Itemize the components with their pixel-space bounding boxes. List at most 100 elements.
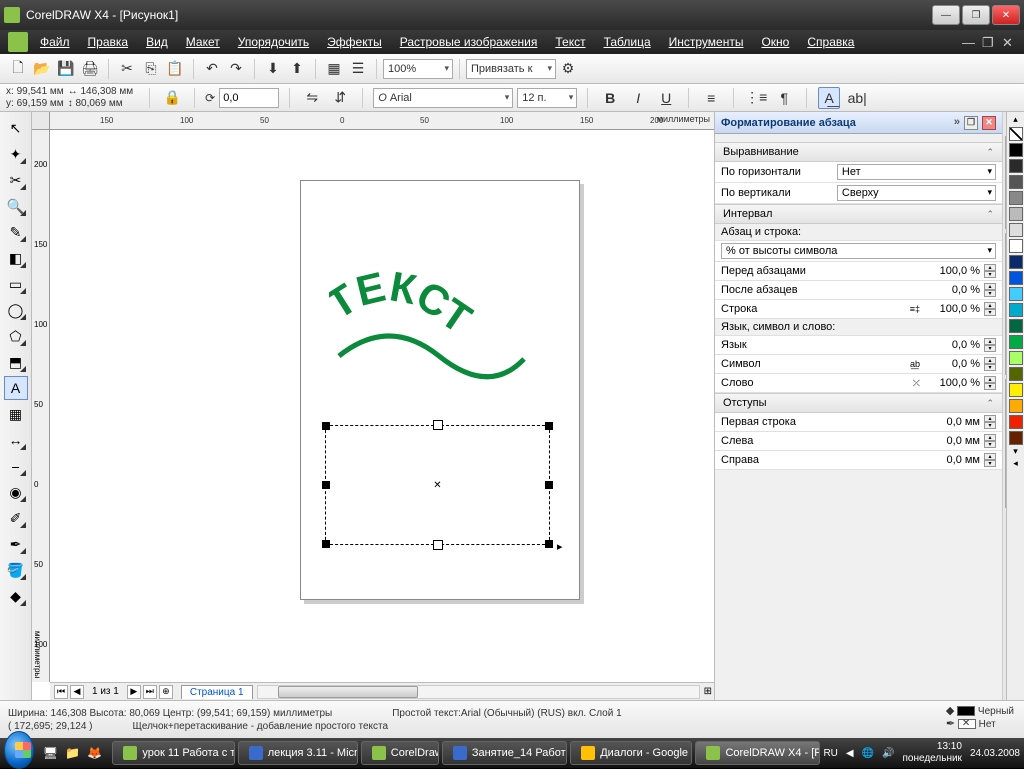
ellipse-tool[interactable]: ◯ xyxy=(4,298,28,322)
fill-swatch[interactable] xyxy=(957,706,975,716)
prev-page-button[interactable]: ◀ xyxy=(70,685,84,699)
swatch-brown[interactable] xyxy=(1009,431,1023,445)
redo-button[interactable]: ↷ xyxy=(225,58,247,80)
navigator-button[interactable]: ⊞ xyxy=(704,686,712,697)
ruler-origin[interactable] xyxy=(32,112,50,130)
dimension-tool[interactable]: ↔ xyxy=(4,428,28,452)
docker-close-button[interactable]: ✕ xyxy=(982,116,996,130)
task-item[interactable]: Занятие_14 Работа ... xyxy=(442,741,567,765)
task-item[interactable]: лекция 3.11 - Micro... xyxy=(238,741,358,765)
ql-browser[interactable]: 🦊 xyxy=(84,743,104,763)
swatch-white[interactable] xyxy=(1009,239,1023,253)
menu-window[interactable]: Окно xyxy=(761,35,789,49)
dropcap-button[interactable]: ¶ xyxy=(773,87,795,109)
rectangle-tool[interactable]: ▭ xyxy=(4,272,28,296)
zoom-combo[interactable]: 100% xyxy=(383,59,453,79)
section-alignment[interactable]: Выравнивание⌃ xyxy=(715,142,1002,162)
paste-button[interactable]: 📋 xyxy=(164,58,186,80)
menu-table[interactable]: Таблица xyxy=(604,35,651,49)
menu-arrange[interactable]: Упорядочить xyxy=(238,35,309,49)
menu-bitmaps[interactable]: Растровые изображения xyxy=(400,35,538,49)
char-spinner[interactable]: ▴▾ xyxy=(984,357,996,371)
word-value[interactable]: 100,0 % xyxy=(924,377,984,389)
language-indicator[interactable]: RU xyxy=(823,748,837,759)
drawing-canvas[interactable]: ТЕКСТ ✕ ▸ xyxy=(50,130,714,682)
swatch-red[interactable] xyxy=(1009,415,1023,429)
swatch-cyan[interactable] xyxy=(1009,303,1023,317)
menu-tools[interactable]: Инструменты xyxy=(669,35,744,49)
close-button[interactable]: ✕ xyxy=(992,5,1020,25)
copy-button[interactable]: ⎘ xyxy=(140,58,162,80)
palette-flyout-button[interactable]: ◂ xyxy=(1013,458,1018,470)
swatch-navy[interactable] xyxy=(1009,255,1023,269)
handle-tr[interactable] xyxy=(545,422,553,430)
before-spinner[interactable]: ▴▾ xyxy=(984,264,996,278)
mdi-close-button[interactable]: ✕ xyxy=(1002,35,1016,49)
open-button[interactable]: 📂 xyxy=(31,58,53,80)
tray-volume-icon[interactable]: 🔊 xyxy=(882,748,894,759)
swatch-green[interactable] xyxy=(1009,335,1023,349)
shape-tool[interactable]: ✦ xyxy=(4,142,28,166)
swatch-gray30[interactable] xyxy=(1009,207,1023,221)
next-page-button[interactable]: ▶ xyxy=(127,685,141,699)
last-page-button[interactable]: ⏭ xyxy=(143,685,157,699)
docker-titlebar[interactable]: Форматирование абзаца » ❐ ✕ xyxy=(715,112,1002,134)
italic-button[interactable]: I xyxy=(627,87,649,109)
mdi-restore-button[interactable]: ❐ xyxy=(982,35,996,49)
swatch-gray50[interactable] xyxy=(1009,191,1023,205)
hor-align-combo[interactable]: Нет xyxy=(837,164,996,180)
ql-show-desktop[interactable]: 🖥 xyxy=(40,743,60,763)
char-value[interactable]: 0,0 % xyxy=(924,358,984,370)
page-tab-1[interactable]: Страница 1 xyxy=(181,685,253,699)
underline-button[interactable]: U xyxy=(655,87,677,109)
task-item-active[interactable]: CorelDRAW X4 - [Ри... xyxy=(695,741,820,765)
swatch-orange[interactable] xyxy=(1009,399,1023,413)
new-button[interactable]: 🗋 xyxy=(7,58,29,80)
vertical-ruler[interactable]: 200 150 100 50 0 50 100 миллиметры xyxy=(32,130,50,682)
handle-mr[interactable] xyxy=(545,481,553,489)
text-frame-selection[interactable]: ✕ ▸ xyxy=(325,425,550,545)
tray-icon[interactable]: ◀ xyxy=(846,748,854,759)
app-launcher-button[interactable]: ▦ xyxy=(323,58,345,80)
smart-fill-tool[interactable]: ◧ xyxy=(4,246,28,270)
menu-file[interactable]: Файл xyxy=(40,35,70,49)
freehand-tool[interactable]: ✎ xyxy=(4,220,28,244)
zoom-tool[interactable]: 🔍 xyxy=(4,194,28,218)
ql-explorer[interactable]: 📁 xyxy=(62,743,82,763)
task-item[interactable]: CorelDraw xyxy=(361,741,439,765)
export-button[interactable]: ⬆ xyxy=(286,58,308,80)
left-indent-value[interactable]: 0,0 мм xyxy=(924,435,984,447)
basic-shapes-tool[interactable]: ⬒ xyxy=(4,350,28,374)
right-indent-value[interactable]: 0,0 мм xyxy=(924,454,984,466)
clock[interactable]: 13:10 понедельник xyxy=(903,741,962,765)
line-value[interactable]: 100,0 % xyxy=(924,303,984,315)
print-button[interactable]: 🖨 xyxy=(79,58,101,80)
tray-network-icon[interactable]: 🌐 xyxy=(862,748,874,759)
after-value[interactable]: 0,0 % xyxy=(924,284,984,296)
menu-layout[interactable]: Макет xyxy=(186,35,220,49)
rotation-input[interactable] xyxy=(219,88,279,108)
task-item[interactable]: Диалоги - Google C... xyxy=(570,741,692,765)
ver-align-combo[interactable]: Сверху xyxy=(837,185,996,201)
line-spinner[interactable]: ▴▾ xyxy=(984,302,996,316)
lang-spinner[interactable]: ▴▾ xyxy=(984,338,996,352)
first-indent-value[interactable]: 0,0 мм xyxy=(924,416,984,428)
maximize-button[interactable]: ❐ xyxy=(962,5,990,25)
save-button[interactable]: 💾 xyxy=(55,58,77,80)
eyedropper-tool[interactable]: ✐ xyxy=(4,506,28,530)
menu-text[interactable]: Текст xyxy=(555,35,585,49)
connector-tool[interactable]: ⎯ xyxy=(4,454,28,478)
add-page-button[interactable]: ⊕ xyxy=(159,685,173,699)
outline-tool[interactable]: ✒ xyxy=(4,532,28,556)
docker-maximize-button[interactable]: ❐ xyxy=(964,116,978,130)
handle-bl[interactable] xyxy=(322,540,330,548)
handle-tl[interactable] xyxy=(322,422,330,430)
first-page-button[interactable]: ⏮ xyxy=(54,685,68,699)
palette-up-button[interactable]: ▴ xyxy=(1013,114,1018,126)
cut-button[interactable]: ✂ xyxy=(116,58,138,80)
font-combo[interactable]: O Arial xyxy=(373,88,513,108)
import-button[interactable]: ⬇ xyxy=(262,58,284,80)
swatch-olive[interactable] xyxy=(1009,367,1023,381)
mdi-minimize-button[interactable]: — xyxy=(962,35,976,49)
lock-ratio-button[interactable]: 🔒 xyxy=(161,87,183,109)
